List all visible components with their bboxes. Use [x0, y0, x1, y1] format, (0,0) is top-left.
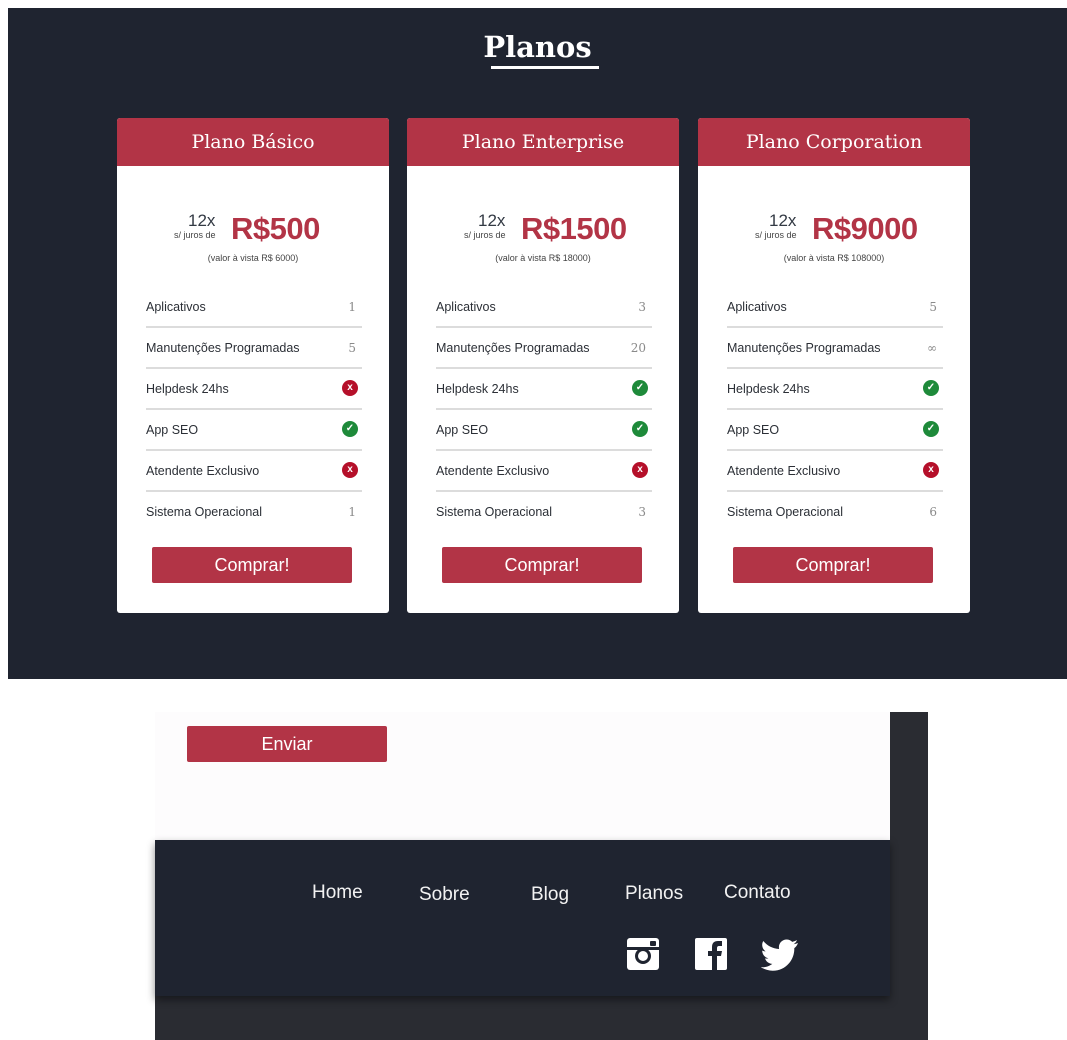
feature-label: Atendente Exclusivo — [146, 464, 260, 478]
buy-button[interactable]: Comprar! — [442, 547, 642, 583]
check-icon: ✓ — [923, 421, 939, 437]
feature-row: Atendente Exclusivo x — [727, 451, 943, 492]
x-icon: x — [632, 462, 648, 478]
feature-row: Sistema Operacional 6 — [727, 492, 943, 533]
feature-row: Helpdesk 24hs x — [146, 369, 362, 410]
planos-section: Planos Plano Básico 12x s/ juros de R$50… — [8, 8, 1067, 679]
check-icon: ✓ — [632, 380, 648, 396]
feature-list: Aplicativos 5 Manutenções Programadas ∞ … — [727, 287, 943, 533]
contact-form: Enviar — [155, 712, 890, 840]
bottom-area: Enviar Home Sobre Blog Planos Contato — [155, 712, 928, 1040]
feature-value: 5 — [929, 300, 937, 314]
price-row: 12x s/ juros de R$9000 — [698, 207, 970, 257]
check-icon: ✓ — [342, 421, 358, 437]
submit-button[interactable]: Enviar — [187, 726, 387, 762]
feature-label: Sistema Operacional — [727, 505, 844, 519]
feature-row: Aplicativos 1 — [146, 287, 362, 328]
plan-card-basico: Plano Básico 12x s/ juros de R$500 (valo… — [117, 118, 389, 613]
nav-planos[interactable]: Planos — [625, 883, 683, 905]
nav-blog[interactable]: Blog — [531, 884, 569, 906]
plan-price: R$1500 — [521, 211, 627, 246]
price-row: 12x s/ juros de R$1500 — [407, 207, 679, 257]
feature-row: Atendente Exclusivo x — [436, 451, 652, 492]
title-underline — [491, 66, 599, 69]
feature-row: Helpdesk 24hs ✓ — [436, 369, 652, 410]
feature-row: Atendente Exclusivo x — [146, 451, 362, 492]
feature-label: Aplicativos — [146, 300, 206, 314]
feature-label: Sistema Operacional — [436, 505, 553, 519]
plan-name: Plano Corporation — [698, 118, 970, 166]
feature-value: 3 — [638, 300, 646, 314]
installments: 12x — [478, 211, 506, 230]
feature-label: App SEO — [727, 423, 780, 437]
feature-row: Aplicativos 3 — [436, 287, 652, 328]
feature-label: Manutenções Programadas — [146, 341, 300, 355]
price-row: 12x s/ juros de R$500 — [117, 207, 389, 257]
feature-row: Sistema Operacional 3 — [436, 492, 652, 533]
x-icon: x — [342, 380, 358, 396]
nav-sobre[interactable]: Sobre — [419, 884, 470, 906]
twitter-icon[interactable] — [760, 936, 800, 972]
feature-list: Aplicativos 1 Manutenções Programadas 5 … — [146, 287, 362, 533]
feature-label: Helpdesk 24hs — [436, 382, 519, 396]
x-icon: x — [923, 462, 939, 478]
feature-row: App SEO ✓ — [727, 410, 943, 451]
nav-contato[interactable]: Contato — [724, 882, 791, 904]
plan-name: Plano Enterprise — [407, 118, 679, 166]
section-title: Planos — [483, 30, 592, 64]
interest-text: s/ juros de — [464, 230, 506, 240]
feature-value: 1 — [348, 300, 356, 314]
interest-text: s/ juros de — [174, 230, 216, 240]
plan-card-corporation: Plano Corporation 12x s/ juros de R$9000… — [698, 118, 970, 613]
site-footer: Home Sobre Blog Planos Contato — [155, 840, 890, 996]
feature-label: Helpdesk 24hs — [146, 382, 229, 396]
cash-price: (valor à vista R$ 18000) — [495, 253, 591, 263]
installments: 12x — [188, 211, 216, 230]
feature-label: Helpdesk 24hs — [727, 382, 810, 396]
feature-list: Aplicativos 3 Manutenções Programadas 20… — [436, 287, 652, 533]
feature-row: Aplicativos 5 — [727, 287, 943, 328]
plan-price: R$9000 — [812, 211, 918, 246]
plan-card-enterprise: Plano Enterprise 12x s/ juros de R$1500 … — [407, 118, 679, 613]
feature-label: Aplicativos — [727, 300, 787, 314]
feature-value: 5 — [348, 341, 356, 355]
plan-price: R$500 — [231, 211, 320, 246]
installments: 12x — [769, 211, 797, 230]
feature-value: 3 — [638, 505, 646, 519]
feature-label: App SEO — [146, 423, 199, 437]
interest-text: s/ juros de — [755, 230, 797, 240]
check-icon: ✓ — [632, 421, 648, 437]
feature-label: Aplicativos — [436, 300, 496, 314]
feature-value: ∞ — [927, 341, 937, 355]
cash-price: (valor à vista R$ 108000) — [783, 253, 885, 263]
x-icon: x — [342, 462, 358, 478]
check-icon: ✓ — [923, 380, 939, 396]
nav-home[interactable]: Home — [312, 882, 363, 904]
feature-label: Atendente Exclusivo — [436, 464, 550, 478]
feature-label: Manutenções Programadas — [727, 341, 881, 355]
feature-row: Manutenções Programadas 20 — [436, 328, 652, 369]
cash-price: (valor à vista R$ 6000) — [207, 253, 299, 263]
feature-row: App SEO ✓ — [436, 410, 652, 451]
feature-row: Manutenções Programadas ∞ — [727, 328, 943, 369]
plan-name: Plano Básico — [117, 118, 389, 166]
instagram-icon[interactable] — [626, 936, 660, 972]
feature-row: App SEO ✓ — [146, 410, 362, 451]
feature-value: 1 — [348, 505, 356, 519]
buy-button[interactable]: Comprar! — [152, 547, 352, 583]
facebook-icon[interactable] — [694, 936, 728, 972]
buy-button[interactable]: Comprar! — [733, 547, 933, 583]
feature-row: Helpdesk 24hs ✓ — [727, 369, 943, 410]
feature-label: App SEO — [436, 423, 489, 437]
feature-row: Manutenções Programadas 5 — [146, 328, 362, 369]
feature-label: Atendente Exclusivo — [727, 464, 841, 478]
feature-label: Sistema Operacional — [146, 505, 263, 519]
feature-value: 20 — [630, 341, 646, 355]
feature-label: Manutenções Programadas — [436, 341, 590, 355]
feature-value: 6 — [929, 505, 937, 519]
feature-row: Sistema Operacional 1 — [146, 492, 362, 533]
